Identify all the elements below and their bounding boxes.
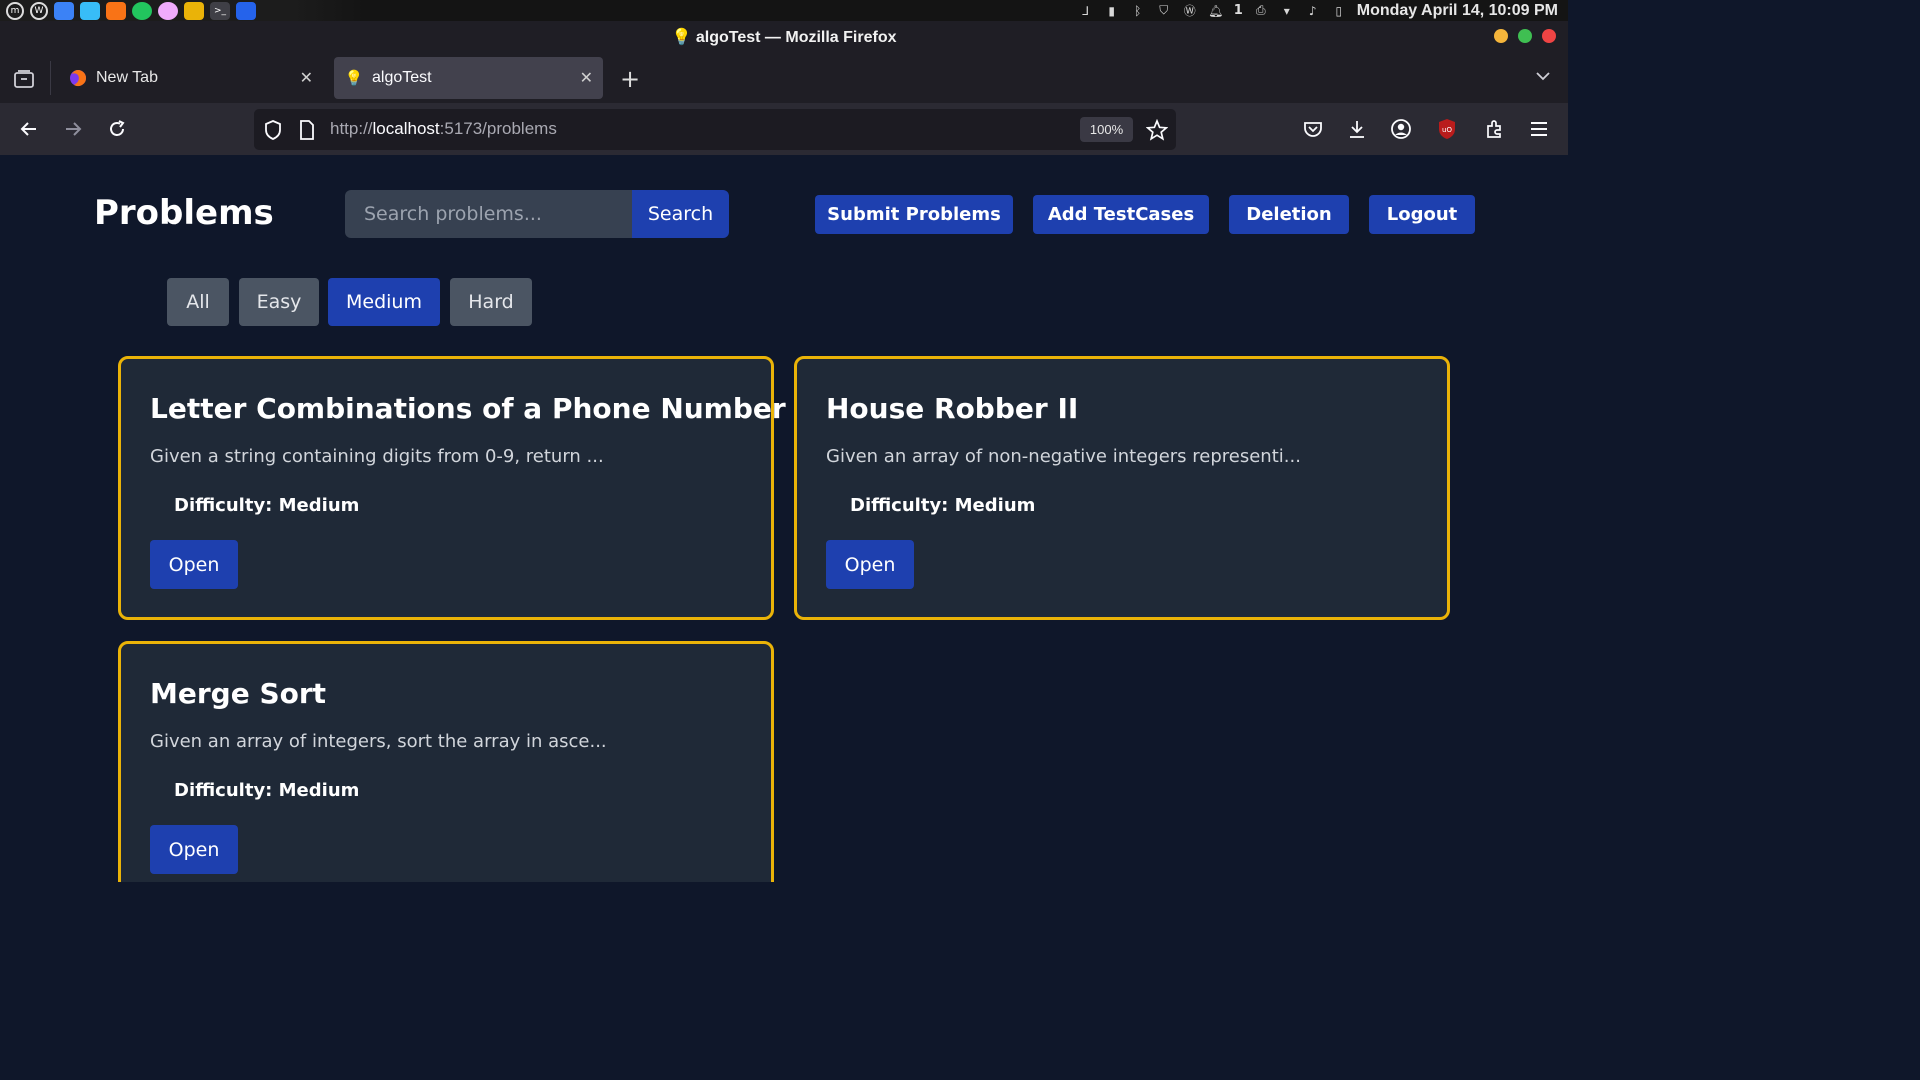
filter-easy-button[interactable]: Easy xyxy=(239,278,319,326)
files-icon[interactable] xyxy=(54,1,74,20)
battery-icon[interactable]: ▯ xyxy=(1331,4,1347,18)
mint-menu-icon[interactable]: m xyxy=(6,1,24,20)
minimize-button[interactable] xyxy=(1494,29,1508,43)
problem-title: Merge Sort xyxy=(150,677,327,710)
shield-icon[interactable]: ⛉ xyxy=(1156,3,1172,18)
tab-close-icon[interactable]: ✕ xyxy=(300,68,313,88)
input-method-icon[interactable]: ⅃ xyxy=(1078,4,1094,18)
reload-icon[interactable] xyxy=(103,115,131,143)
logout-button[interactable]: Logout xyxy=(1369,195,1475,234)
search-button[interactable]: Search xyxy=(632,190,729,238)
svg-text:uO: uO xyxy=(1442,126,1452,134)
vscode-icon[interactable] xyxy=(236,1,256,20)
zoom-level-badge[interactable]: 100% xyxy=(1080,117,1133,142)
tab-label: algoTest xyxy=(372,69,432,86)
url-path: :5173/problems xyxy=(439,119,557,138)
open-problem-button[interactable]: Open xyxy=(150,825,238,874)
firefox-icon xyxy=(68,68,88,88)
system-tray: ⅃ ▮ ᛒ ⛉ Ⓦ 🔔︎ 1 ⎙ ▾ ♪ ▯ Monday April 14, … xyxy=(1078,2,1568,20)
search-input[interactable] xyxy=(345,190,632,238)
wordpress-icon[interactable]: W xyxy=(30,1,48,20)
filter-hard-button[interactable]: Hard xyxy=(450,278,532,326)
url-bar[interactable]: http://localhost:5173/problems 100% xyxy=(254,109,1176,150)
filter-medium-button[interactable]: Medium xyxy=(328,278,440,326)
extensions-puzzle-icon[interactable] xyxy=(1481,115,1509,143)
calculator-icon[interactable] xyxy=(106,1,126,20)
page-info-icon[interactable] xyxy=(296,119,318,141)
back-arrow-icon[interactable] xyxy=(15,115,43,143)
hamburger-menu-icon[interactable] xyxy=(1525,115,1553,143)
spotify-icon[interactable] xyxy=(132,1,152,20)
os-top-bar: m W >_ ⅃ ▮ ᛒ ⛉ Ⓦ 🔔︎ 1 ⎙ ▾ ♪ ▯ Monday Apr… xyxy=(0,0,1568,21)
problem-card: Letter Combinations of a Phone Number Gi… xyxy=(118,356,786,620)
pocket-icon[interactable] xyxy=(1299,115,1327,143)
os-clock[interactable]: Monday April 14, 10:09 PM xyxy=(1357,2,1558,20)
ublock-origin-icon[interactable]: uO xyxy=(1433,115,1461,143)
url-host: localhost xyxy=(372,119,440,138)
tab-strip: New Tab ✕ 💡 algoTest ✕ + xyxy=(0,53,1568,103)
new-tab-plus-icon[interactable]: + xyxy=(616,65,644,93)
problem-description: Given an array of non-negative integers … xyxy=(826,446,1301,467)
submit-problems-button[interactable]: Submit Problems xyxy=(815,195,1013,234)
page-title: Problems xyxy=(94,193,274,233)
bookmark-star-icon[interactable] xyxy=(1146,119,1168,141)
window-controls xyxy=(1494,29,1556,43)
app-icon[interactable] xyxy=(158,1,178,20)
url-text[interactable]: http://localhost:5173/problems xyxy=(330,119,557,139)
clipboard-icon[interactable]: ▮ xyxy=(1104,4,1120,18)
url-prefix: http:// xyxy=(330,119,373,138)
tab-separator xyxy=(50,61,51,95)
maximize-button[interactable] xyxy=(1518,29,1532,43)
page-scrollbar[interactable] xyxy=(1562,155,1568,882)
problem-title: House Robber II xyxy=(826,392,1079,425)
lightbulb-icon: 💡 xyxy=(344,70,364,87)
window-title-bar: 💡 algoTest — Mozilla Firefox xyxy=(0,21,1568,53)
terminal-icon[interactable]: >_ xyxy=(210,1,230,20)
tab-close-icon[interactable]: ✕ xyxy=(580,68,593,88)
window-title: 💡 algoTest — Mozilla Firefox xyxy=(671,29,897,46)
close-window-button[interactable] xyxy=(1542,29,1556,43)
notification-bell-icon[interactable]: 🔔︎ xyxy=(1208,4,1224,18)
problem-title: Letter Combinations of a Phone Number xyxy=(150,392,786,425)
tab-new-tab[interactable]: New Tab ✕ xyxy=(58,57,323,99)
notification-count: 1 xyxy=(1233,3,1243,18)
account-icon[interactable] xyxy=(1387,115,1415,143)
wifi-icon[interactable]: ▾ xyxy=(1279,4,1295,18)
problem-card: House Robber II Given an array of non-ne… xyxy=(794,356,1450,620)
forward-arrow-icon[interactable] xyxy=(59,115,87,143)
tab-label: New Tab xyxy=(96,69,158,86)
volume-icon[interactable]: ♪ xyxy=(1305,4,1321,18)
filter-all-button[interactable]: All xyxy=(167,278,229,326)
problem-description: Given a string containing digits from 0-… xyxy=(150,446,604,467)
problem-difficulty: Difficulty: Medium xyxy=(850,495,1036,516)
problem-description: Given an array of integers, sort the arr… xyxy=(150,731,607,752)
deletion-button[interactable]: Deletion xyxy=(1229,195,1349,234)
problem-difficulty: Difficulty: Medium xyxy=(174,780,360,801)
tracking-shield-icon[interactable] xyxy=(262,119,284,141)
tab-overview-icon[interactable] xyxy=(10,66,38,92)
download-icon[interactable] xyxy=(1343,115,1371,143)
open-problem-button[interactable]: Open xyxy=(150,540,238,589)
navigation-bar: http://localhost:5173/problems 100% uO xyxy=(0,103,1568,155)
page-content: Problems Search Submit Problems Add Test… xyxy=(0,155,1568,882)
add-testcases-button[interactable]: Add TestCases xyxy=(1033,195,1209,234)
open-problem-button[interactable]: Open xyxy=(826,540,914,589)
wordpress-tray-icon[interactable]: Ⓦ xyxy=(1182,4,1198,18)
problem-card: Merge Sort Given an array of integers, s… xyxy=(118,641,774,882)
problem-difficulty: Difficulty: Medium xyxy=(174,495,360,516)
bluetooth-icon[interactable]: ᛒ xyxy=(1130,4,1146,18)
os-launcher: m W >_ xyxy=(0,0,366,21)
folder-icon[interactable] xyxy=(184,1,204,20)
tab-algotest[interactable]: 💡 algoTest ✕ xyxy=(334,57,603,99)
chevron-down-icon[interactable] xyxy=(1534,67,1554,87)
printer-icon[interactable]: ⎙ xyxy=(1253,3,1269,18)
browser-icon[interactable] xyxy=(80,1,100,20)
